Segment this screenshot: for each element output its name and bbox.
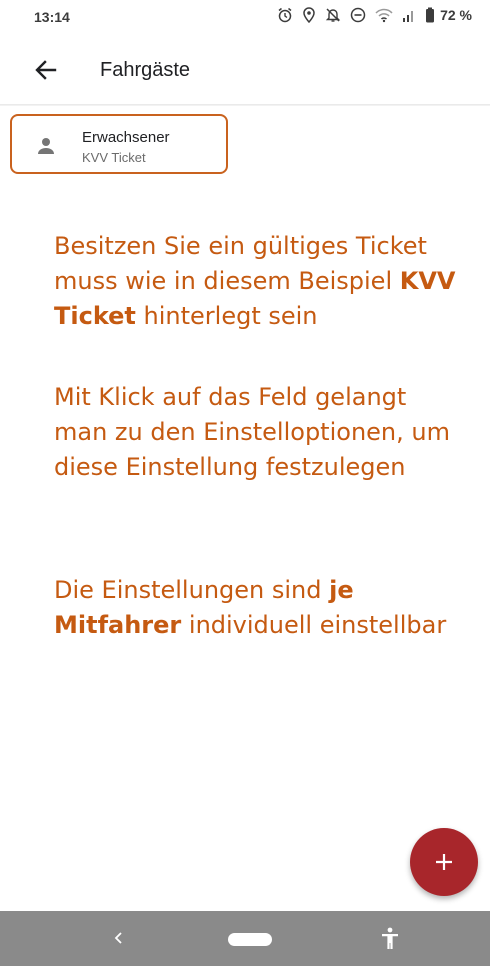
passenger-name: Erwachsener [82,129,170,146]
passenger-ticket: KVV Ticket [82,150,146,165]
battery-icon [426,7,435,23]
wifi-icon [375,8,393,23]
app-bar: Fahrgäste [0,46,490,104]
status-time: 13:14 [34,9,70,25]
status-icons: 72 % [277,7,472,23]
signal-icon [403,11,414,22]
add-passenger-button[interactable] [410,828,478,896]
notifications-off-icon [325,8,341,22]
location-icon [303,7,315,23]
annotation-text-2: Mit Klick auf das Feld gelangt man zu de… [54,380,464,485]
annotation-3-text-b: individuell einstellbar [181,611,447,639]
nav-home-pill[interactable] [228,933,272,946]
system-nav-bar [0,911,490,966]
annotation-3-text-a: Die Einstellungen sind [54,576,330,604]
nav-back-icon [114,932,122,944]
annotation-2-text: Mit Klick auf das Feld gelangt man zu de… [54,383,450,481]
person-icon [38,138,54,154]
status-bar: 13:14 72 % [0,0,490,34]
accessibility-icon [382,927,398,949]
do-not-disturb-icon [350,7,366,23]
passenger-card[interactable]: Erwachsener KVV Ticket [10,114,228,174]
accessibility-button[interactable] [376,925,404,953]
plus-icon [436,854,452,870]
nav-back-button[interactable] [110,926,128,950]
annotation-text-3: Die Einstellungen sind je Mitfahrer indi… [54,573,464,643]
back-button[interactable] [32,56,60,84]
annotation-1-text-b: hinterlegt sein [135,302,318,330]
app-bar-divider [0,104,490,106]
alarm-icon [278,7,292,23]
battery-percent: 72 % [440,7,472,23]
page-title: Fahrgäste [100,59,191,81]
annotation-text-1: Besitzen Sie ein gültiges Ticket muss wi… [54,229,464,334]
arrow-left-icon [35,60,57,80]
annotation-1-text-a: Besitzen Sie ein gültiges Ticket muss wi… [54,232,427,295]
